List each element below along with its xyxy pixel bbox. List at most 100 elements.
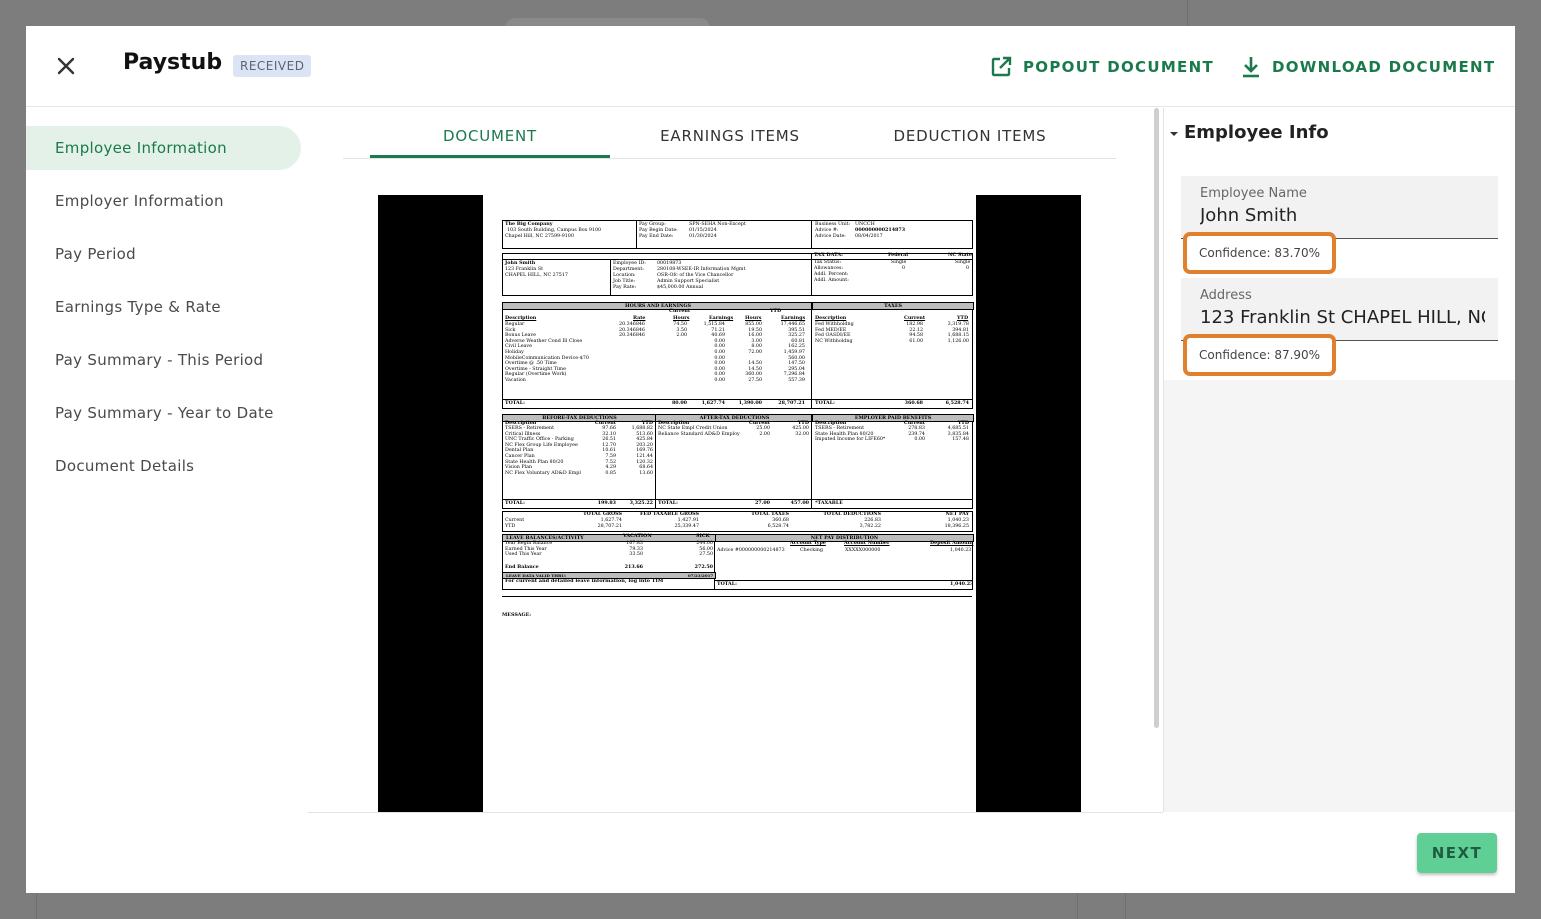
company-address-1: 103 South Building, Campus Box 9100 <box>507 228 602 233</box>
hours-earnings-header: HOURS AND EARNINGS <box>502 302 814 310</box>
tax-ytd-header: YTD <box>957 315 969 321</box>
department-label: Department: <box>613 267 644 272</box>
allowances-federal: 0 <box>902 266 906 271</box>
nav-item-employer-information[interactable]: Employer Information <box>26 179 301 223</box>
before-tax-total-label: TOTAL: <box>505 500 525 506</box>
doc-employee-address-1: 123 Franklin St <box>505 267 544 272</box>
summary-ytd-value: 3,782.22 <box>859 523 881 529</box>
earning-total-value: 1,390.00 <box>738 400 762 406</box>
leave-note: For current and detailed leave informati… <box>505 578 664 584</box>
tax-federal-header: Federal <box>888 252 909 258</box>
message-label: MESSAGE: <box>502 612 532 618</box>
summary-header: NET PAY <box>945 511 969 517</box>
employer-paid-ytd: 157.48 <box>952 437 969 443</box>
employee-info-toggle[interactable]: Employee Info <box>1170 122 1329 143</box>
download-icon <box>1240 55 1262 79</box>
earning-hours: 2.00 <box>676 333 687 339</box>
paystub-divider <box>811 220 812 248</box>
address-label: Address <box>1200 288 1252 303</box>
background-divider <box>36 893 37 919</box>
advice-date-label: Advice Date: <box>815 234 846 239</box>
nav-item-pay-period[interactable]: Pay Period <box>26 232 301 276</box>
employee-name-confidence: Confidence: 83.70% <box>1183 232 1337 274</box>
earning-amount: 0.00 <box>714 378 725 383</box>
after-tax-total-current: 27.00 <box>754 500 770 506</box>
viewer-scrollbar[interactable] <box>1154 108 1159 728</box>
employee-name-field[interactable]: Employee Name John Smith <box>1181 176 1498 239</box>
pay-end-label: Pay End Date: <box>639 234 674 239</box>
popout-document-label: POPOUT DOCUMENT <box>1023 58 1214 76</box>
status-badge: RECEIVED <box>233 55 312 77</box>
tax-current-header: Current <box>904 315 926 321</box>
tab-deduction-items[interactable]: DEDUCTION ITEMS <box>850 114 1090 158</box>
nav-item-earnings-type-rate[interactable]: Earnings Type & Rate <box>26 285 301 329</box>
company-name: The Big Company <box>505 221 553 227</box>
summary-ytd-value: 6,528.74 <box>767 523 789 529</box>
tax-total-ytd: 6,528.74 <box>945 400 969 406</box>
address-field[interactable]: Address 123 Franklin St CHAPEL HILL, NC … <box>1181 278 1498 341</box>
employee-name-value[interactable]: John Smith <box>1200 205 1485 226</box>
business-unit-label: Business Unit: <box>815 222 851 227</box>
sick-header: SICK <box>696 533 710 539</box>
leave-end-vacation: 213.66 <box>624 564 643 570</box>
paystub-divider <box>610 259 611 295</box>
tab-document[interactable]: DOCUMENT <box>370 114 610 158</box>
address-value[interactable]: 123 Franklin St CHAPEL HILL, NC 27517 <box>1200 307 1485 328</box>
pay-group-label: Pay Group: <box>639 222 666 227</box>
earnings-total-label: TOTAL: <box>505 400 525 406</box>
employer-paid-current: 0.00 <box>914 437 925 443</box>
taxes-header: TAXES <box>812 302 974 310</box>
view-tabs: DOCUMENT EARNINGS ITEMS DEDUCTION ITEMS <box>343 114 1116 159</box>
before-tax-current: 0.85 <box>605 470 616 476</box>
leave-vacation: 33.50 <box>629 552 643 558</box>
summary-header: TOTAL TAXES <box>751 511 789 517</box>
close-icon[interactable] <box>54 54 78 78</box>
leave-end-sick: 272.50 <box>694 564 713 570</box>
tax-desc-header: Description <box>815 315 847 321</box>
tax-total-label: TOTAL: <box>815 400 835 406</box>
nav-item-employee-information[interactable]: Employee Information <box>26 126 301 170</box>
doc-employee-name: John Smith <box>505 260 536 266</box>
earnings-desc-header: Description <box>505 315 537 321</box>
job-title: Admin Support Specialist <box>657 279 720 284</box>
download-document-button[interactable]: DOWNLOAD DOCUMENT <box>1240 55 1495 79</box>
advice-number: 000000000214873 <box>855 227 906 233</box>
popout-document-button[interactable]: POPOUT DOCUMENT <box>989 55 1214 79</box>
earnings-ytd-header: YTD <box>770 308 782 314</box>
tax-nc-header: NC State <box>948 252 972 258</box>
tax-status-nc: Single <box>955 260 971 265</box>
next-button[interactable]: NEXT <box>1417 833 1497 873</box>
vacation-header: VACATION <box>623 533 652 539</box>
summary-ytd-value: 28,707.21 <box>597 523 622 529</box>
summary-ytd-label: YTD <box>505 523 516 529</box>
earnings-current-header: Current <box>669 308 691 314</box>
employee-name-label: Employee Name <box>1200 186 1307 201</box>
tax-total-current: 360.68 <box>904 400 923 406</box>
dist-advice: Advice #000000000214873 <box>717 548 785 553</box>
paystub-divider <box>811 302 812 408</box>
paystub-divider <box>502 596 972 597</box>
pay-rate: $45,000.00 Annual <box>657 285 704 290</box>
location: OSR-Ofc of the Vice Chancellor <box>657 273 734 278</box>
pay-begin-label: Pay Begin Date: <box>639 228 678 233</box>
extraction-panel: Employee Info Employee Name John Smith C… <box>1163 108 1515 812</box>
nav-item-document-details[interactable]: Document Details <box>26 444 301 488</box>
document-viewer[interactable]: The Big Company 103 South Building, Camp… <box>378 195 1081 812</box>
before-tax-ytd: 13.60 <box>639 470 653 476</box>
earning-total-value: 1,627.74 <box>701 400 725 406</box>
dist-account-type: Checking <box>800 548 823 553</box>
before-tax-total-current: 199.83 <box>597 500 616 506</box>
caret-down-icon <box>1170 122 1178 143</box>
taxable-note: *TAXABLE <box>815 500 843 506</box>
nav-item-pay-summary-this-period[interactable]: Pay Summary - This Period <box>26 338 301 382</box>
employee-info-section: Employee Info Employee Name John Smith C… <box>1164 108 1515 380</box>
nav-item-pay-summary-ytd[interactable]: Pay Summary - Year to Date <box>26 391 301 435</box>
paystub-divider <box>715 580 972 581</box>
background-divider <box>1077 893 1078 919</box>
tax-data-label: TAX DATA: <box>814 252 843 258</box>
deposit-amount-header: Deposit Amount <box>930 540 974 546</box>
address-confidence: Confidence: 87.90% <box>1183 334 1337 376</box>
tab-earnings-items[interactable]: EARNINGS ITEMS <box>610 114 850 158</box>
employee-id: 00019873 <box>657 261 682 266</box>
leave-end-label: End Balance <box>505 564 539 570</box>
